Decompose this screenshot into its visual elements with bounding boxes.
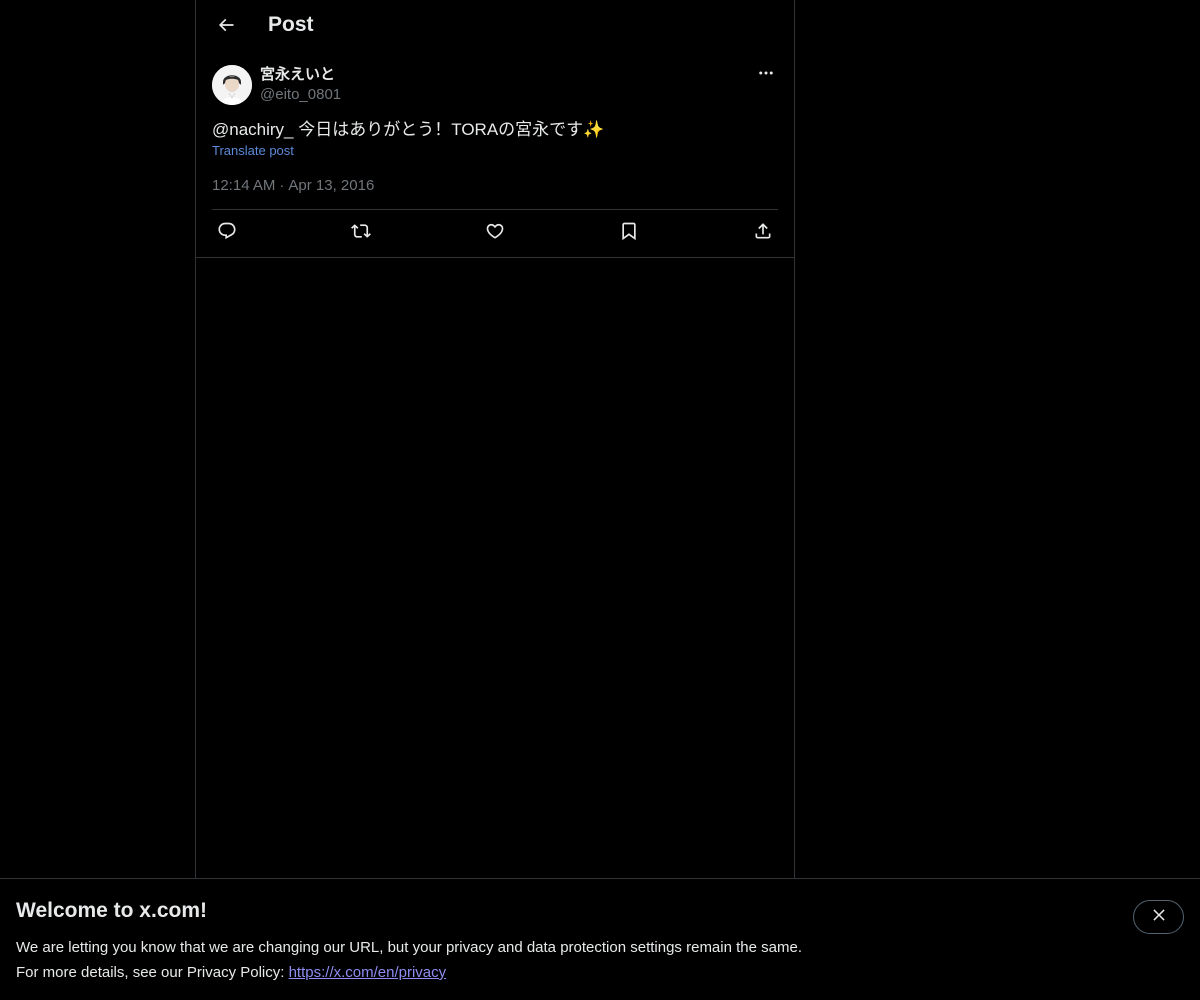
- author-handle[interactable]: @eito_0801: [260, 85, 341, 105]
- banner-line-2-prefix: For more details, see our Privacy Policy…: [16, 964, 289, 981]
- bookmark-icon: [619, 221, 639, 246]
- like-button[interactable]: [484, 223, 506, 245]
- banner-text: We are letting you know that we are chan…: [16, 935, 802, 985]
- post: 宮永えいと @eito_0801 @nachiry_ 今日はありがとう！TORA…: [196, 54, 794, 258]
- meta-separator: ·: [279, 177, 285, 194]
- reply-icon: [217, 221, 237, 246]
- post-meta: 12:14 AM · Apr 13, 2016: [212, 177, 778, 210]
- avatar[interactable]: [212, 65, 252, 105]
- repost-button[interactable]: [350, 223, 372, 245]
- share-button[interactable]: [752, 223, 774, 245]
- reply-button[interactable]: [216, 221, 238, 246]
- more-button[interactable]: [754, 65, 778, 85]
- post-text: @nachiry_ 今日はありがとう！TORAの宮永です✨: [212, 118, 778, 142]
- post-time[interactable]: 12:14 AM: [212, 177, 275, 194]
- close-icon: [1150, 906, 1168, 929]
- author-names: 宮永えいと @eito_0801: [260, 65, 341, 105]
- mention-link[interactable]: @nachiry_: [212, 120, 294, 139]
- share-icon: [753, 221, 773, 246]
- author-display-name[interactable]: 宮永えいと: [260, 65, 341, 85]
- page-title: Post: [268, 13, 314, 36]
- post-header: 宮永えいと @eito_0801: [212, 54, 778, 105]
- more-horizontal-icon: [757, 64, 775, 87]
- repost-icon: [351, 221, 371, 246]
- post-body: 今日はありがとう！TORAの宮永です✨: [293, 120, 605, 139]
- translate-post-link[interactable]: Translate post: [212, 143, 294, 158]
- privacy-policy-link[interactable]: https://x.com/en/privacy: [289, 964, 447, 981]
- banner-line-2: For more details, see our Privacy Policy…: [16, 960, 802, 985]
- banner-title: Welcome to x.com!: [16, 899, 207, 922]
- main-column: Post 宮永えいと @eito_0801 @nachiry_ 今日はありがとう…: [195, 0, 795, 1000]
- welcome-banner: Welcome to x.com! We are letting you kno…: [0, 878, 1200, 1000]
- banner-line-1: We are letting you know that we are chan…: [16, 939, 802, 956]
- post-actions: [212, 210, 778, 257]
- arrow-left-icon: [216, 15, 236, 40]
- page-header: Post: [196, 0, 794, 54]
- heart-icon: [485, 221, 505, 246]
- bookmark-button[interactable]: [618, 221, 640, 246]
- post-date[interactable]: Apr 13, 2016: [288, 177, 374, 194]
- close-banner-button[interactable]: [1133, 900, 1184, 934]
- back-button[interactable]: [208, 9, 244, 45]
